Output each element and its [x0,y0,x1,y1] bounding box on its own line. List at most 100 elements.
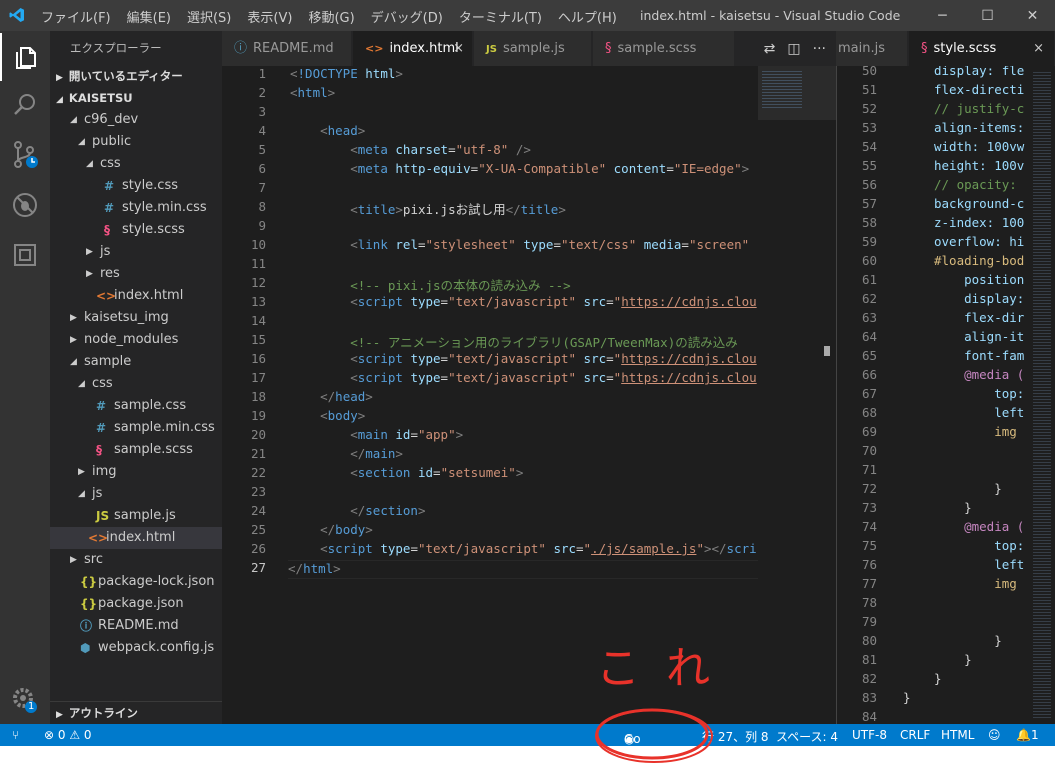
tree-item[interactable]: ▶ img [50,461,222,483]
tab-main-js[interactable]: main.js [836,31,908,66]
tab-readme[interactable]: ⓘ README.md [222,31,352,66]
annotation-circle [595,708,713,763]
tab-sample-js[interactable]: JS sample.js [474,31,592,66]
tree-item[interactable]: ▶ node_modules [50,329,222,351]
line-number: 8 [258,199,266,214]
extensions-icon[interactable] [0,231,50,279]
encoding-setting[interactable]: UTF-8 [852,728,887,742]
tree-item[interactable]: ◢ css [50,153,222,175]
close-tab-icon[interactable]: × [453,31,464,66]
code-line: display: fle [934,66,1025,78]
twisty-icon[interactable]: ◢ [78,131,85,153]
file-tree: ◢ c96_dev ◢ public ◢ css # style.css # style.min.… [50,109,222,659]
source-control-icon[interactable] [0,131,50,179]
tree-item-label: package-lock.json [98,574,215,589]
tab-sample-scss[interactable]: § sample.scss [593,31,735,66]
line-number: 52 [861,101,877,116]
twisty-icon[interactable]: ▶ [70,329,77,351]
feedback-smiley-icon[interactable]: ☺ [988,728,1001,742]
code-line: } [934,481,1002,496]
maximize-icon[interactable]: ☐ [965,0,1010,31]
twisty-icon[interactable]: ▶ [78,461,85,483]
menu-view[interactable]: 表示(V) [239,7,300,26]
code-line-24: </section> [350,503,426,518]
indentation-setting[interactable]: スペース: 4 [776,728,838,745]
sidebar-title: エクスプローラー [70,41,162,55]
open-editors-section[interactable]: ▶ 開いているエディター [50,65,222,87]
tree-item[interactable]: {} package.json [50,593,222,615]
code-editor-right[interactable]: 50 51 52 53 54 55 56 57 58 59 60 61 62 63 64 65 66 67 68 69… [836,66,1055,724]
tree-item[interactable]: {} package-lock.json [50,571,222,593]
twisty-icon[interactable]: ◢ [70,351,77,373]
scrollbar-thumb[interactable] [824,346,830,356]
twisty-icon[interactable]: ▶ [70,549,77,571]
code-line: } [934,500,972,515]
tree-item[interactable]: § sample.scss [50,439,222,461]
tree-item[interactable]: ▶ js [50,241,222,263]
menu-file[interactable]: ファイル(F) [33,7,119,26]
debug-icon[interactable] [0,181,50,229]
tree-item[interactable]: # sample.css [50,395,222,417]
open-changes-icon[interactable]: ⇄ [764,41,776,57]
menu-debug[interactable]: デバッグ(D) [363,7,451,26]
tree-item[interactable]: ▶ src [50,549,222,571]
menu-edit[interactable]: 編集(E) [119,7,179,26]
line-number: 15 [250,332,266,347]
tree-item[interactable]: ▶ res [50,263,222,285]
file-type-icon: # [104,179,115,193]
outline-section[interactable]: ▶ アウトライン [50,701,222,724]
code-line: } [934,671,942,686]
tree-item[interactable]: ◢ public [50,131,222,153]
twisty-icon[interactable]: ▶ [86,241,93,263]
tree-item[interactable]: ◢ sample [50,351,222,373]
twisty-icon[interactable]: ◢ [70,109,77,131]
tree-item[interactable]: # style.min.css [50,197,222,219]
tree-item-label: kaisetsu_img [84,310,169,325]
language-mode[interactable]: HTML [941,728,974,742]
minimize-icon[interactable]: ─ [920,0,965,31]
notifications-bell-icon[interactable]: 🔔1 [1016,728,1039,742]
tree-item[interactable]: ⬢ webpack.config.js [50,637,222,659]
tree-item[interactable]: ◢ css [50,373,222,395]
twisty-icon[interactable]: ▶ [86,263,93,285]
close-window-icon[interactable]: ✕ [1010,0,1055,31]
tree-item[interactable]: § style.scss [50,219,222,241]
workspace-root[interactable]: ◢ KAISETSU [50,87,222,109]
tree-item[interactable]: <> index.html [50,285,222,307]
twisty-icon[interactable]: ◢ [78,373,85,395]
tree-item[interactable]: ◢ js [50,483,222,505]
problems-indicator[interactable]: ⊗ 0 ⚠ 0 [44,728,92,742]
explorer-icon[interactable] [0,33,50,81]
code-editor[interactable]: 1 2 3 4 5 6 7 8 9 10 11 12 13 14 15 16 17 18 19 20 21 22 23 24 2… [222,66,836,724]
line-number: 67 [861,386,877,401]
menu-help[interactable]: ヘルプ(H) [550,7,625,26]
twisty-icon[interactable]: ◢ [86,153,93,175]
tree-item[interactable]: ⓘ README.md [50,615,222,637]
minimap-right[interactable] [1029,66,1055,724]
minimap[interactable] [758,66,836,724]
code-line: background-c [934,196,1025,211]
close-tab-icon[interactable]: × [1033,31,1044,66]
search-icon[interactable] [0,81,50,129]
tree-item[interactable]: <> index.html [50,527,222,549]
twisty-icon[interactable]: ◢ [78,483,85,505]
menu-selection[interactable]: 選択(S) [179,7,239,26]
tree-item-label: js [92,486,103,501]
menu-go[interactable]: 移動(G) [300,7,362,26]
split-editor-icon[interactable]: ◫ [787,41,800,57]
settings-gear-icon[interactable]: 1 [0,676,50,724]
tree-item[interactable]: ▶ kaisetsu_img [50,307,222,329]
tree-item[interactable]: # style.css [50,175,222,197]
tab-style-scss[interactable]: § style.scss × [909,31,1055,66]
branch-icon[interactable]: ⑂ [12,728,19,742]
more-actions-icon[interactable]: ··· [813,41,826,57]
line-number: 14 [250,313,266,328]
menu-terminal[interactable]: ターミナル(T) [451,7,550,26]
code-line: } [903,690,911,705]
tree-item[interactable]: ◢ c96_dev [50,109,222,131]
eol-setting[interactable]: CRLF [900,728,930,742]
tree-item[interactable]: # sample.min.css [50,417,222,439]
twisty-icon[interactable]: ▶ [70,307,77,329]
tree-item[interactable]: JS sample.js [50,505,222,527]
tab-index-html[interactable]: <> index.html × [353,31,473,66]
